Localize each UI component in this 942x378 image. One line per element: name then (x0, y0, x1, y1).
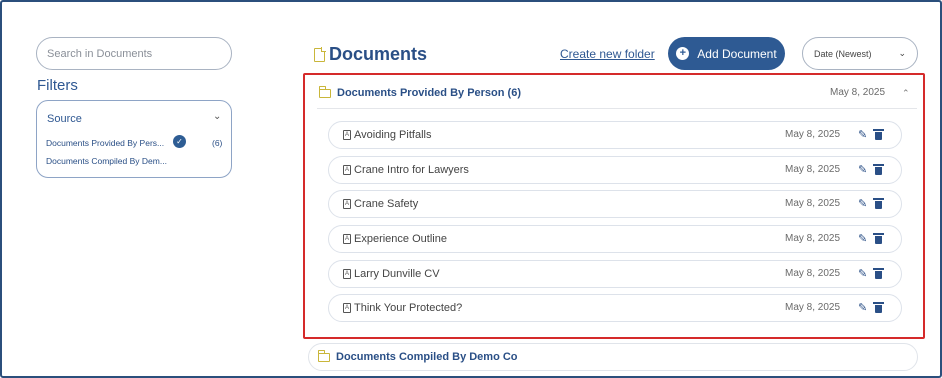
sort-value: Date (Newest) (814, 48, 872, 59)
chevron-up-icon[interactable]: ⌃ (902, 88, 910, 99)
document-date: May 8, 2025 (785, 233, 841, 244)
page-title: Documents (314, 44, 427, 65)
trash-icon[interactable] (873, 164, 884, 175)
pdf-icon: A (343, 303, 351, 313)
document-row[interactable]: A Think Your Protected? May 8, 2025 ✎ (328, 294, 902, 322)
group-header[interactable]: Documents Compiled By Demo Co (317, 349, 518, 363)
edit-icon[interactable]: ✎ (858, 197, 867, 210)
add-document-button[interactable]: + Add Document (668, 37, 785, 70)
search-input[interactable] (36, 37, 232, 70)
group-title: Documents Compiled By Demo Co (336, 351, 518, 363)
document-name-wrap: A Avoiding Pitfalls (343, 129, 431, 141)
group-header[interactable]: Documents Provided By Person (6) (318, 85, 521, 99)
document-name: Think Your Protected? (354, 302, 463, 314)
document-name: Experience Outline (354, 233, 447, 245)
filter-item-compiled-by-demo[interactable]: Documents Compiled By Dem... (46, 156, 167, 166)
document-name: Larry Dunville CV (354, 268, 440, 280)
pdf-icon: A (343, 269, 351, 279)
edit-icon[interactable]: ✎ (858, 232, 867, 245)
trash-icon[interactable] (873, 268, 884, 279)
document-name-wrap: A Crane Safety (343, 198, 418, 210)
document-row[interactable]: A Crane Safety May 8, 2025 ✎ (328, 190, 902, 218)
pdf-icon: A (343, 130, 351, 140)
divider (317, 108, 917, 109)
document-row[interactable]: A Larry Dunville CV May 8, 2025 ✎ (328, 260, 902, 288)
document-row[interactable]: A Avoiding Pitfalls May 8, 2025 ✎ (328, 121, 902, 149)
filters-title: Filters (37, 77, 78, 94)
group-date: May 8, 2025 (830, 87, 886, 98)
edit-icon[interactable]: ✎ (858, 128, 867, 141)
group-title: Documents Provided By Person (6) (337, 87, 521, 99)
document-date: May 8, 2025 (785, 268, 841, 279)
document-name: Avoiding Pitfalls (354, 129, 432, 141)
filter-item-count: (6) (212, 138, 223, 148)
document-name: Crane Intro for Lawyers (354, 164, 469, 176)
plus-icon: + (676, 47, 690, 60)
document-name-wrap: A Larry Dunville CV (343, 268, 440, 280)
pdf-icon: A (343, 234, 351, 244)
document-date: May 8, 2025 (785, 129, 841, 140)
trash-icon[interactable] (873, 302, 884, 313)
check-icon[interactable]: ✓ (173, 135, 186, 148)
folder-icon (318, 85, 331, 98)
source-filter-header[interactable]: Source (47, 113, 82, 125)
trash-icon[interactable] (873, 233, 884, 244)
app-frame: Filters Source ⌄ Documents Provided By P… (0, 0, 942, 378)
document-date: May 8, 2025 (785, 198, 841, 209)
edit-icon[interactable]: ✎ (858, 267, 867, 280)
document-name: Crane Safety (354, 198, 419, 210)
document-row[interactable]: A Experience Outline May 8, 2025 ✎ (328, 225, 902, 253)
document-group-provided-by-person: Documents Provided By Person (6) May 8, … (303, 73, 925, 339)
document-name-wrap: A Experience Outline (343, 233, 447, 245)
filter-item-provided-by-person[interactable]: Documents Provided By Pers... (46, 138, 164, 148)
edit-icon[interactable]: ✎ (858, 163, 867, 176)
page-title-text: Documents (329, 44, 428, 64)
document-row[interactable]: A Crane Intro for Lawyers May 8, 2025 ✎ (328, 156, 902, 184)
chevron-down-icon[interactable]: ⌄ (213, 111, 221, 122)
pdf-icon: A (343, 165, 351, 175)
document-name-wrap: A Think Your Protected? (343, 302, 462, 314)
add-document-label: Add Document (697, 46, 777, 61)
pdf-icon: A (343, 199, 351, 209)
trash-icon[interactable] (873, 129, 884, 140)
chevron-down-icon: ⌄ (898, 48, 906, 58)
document-name-wrap: A Crane Intro for Lawyers (343, 164, 469, 176)
trash-icon[interactable] (873, 198, 884, 209)
document-icon (314, 47, 326, 62)
document-date: May 8, 2025 (785, 302, 841, 313)
document-group-compiled-by-demo[interactable]: Documents Compiled By Demo Co (308, 343, 918, 371)
create-folder-link[interactable]: Create new folder (560, 47, 655, 61)
folder-icon (317, 349, 330, 362)
document-date: May 8, 2025 (785, 164, 841, 175)
sort-select[interactable]: Date (Newest) ⌄ (802, 37, 918, 70)
edit-icon[interactable]: ✎ (858, 301, 867, 314)
